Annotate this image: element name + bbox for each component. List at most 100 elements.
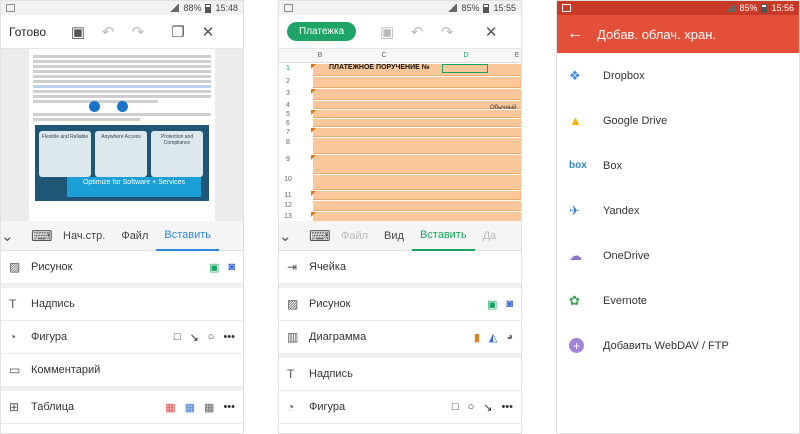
sheet-row[interactable] — [313, 138, 521, 154]
arrow-icon[interactable]: ↘ — [483, 401, 492, 414]
more-icon[interactable]: ••• — [501, 401, 513, 413]
selection-handle-left[interactable] — [89, 101, 100, 112]
list-item-label: Yandex — [603, 204, 640, 217]
menu-item-picture[interactable]: ▨ Рисунок ▣ ◙ — [279, 288, 521, 321]
tab-insert[interactable]: Вставить — [156, 221, 220, 251]
clock: 15:48 — [215, 3, 238, 13]
arrow-icon[interactable]: ↘ — [190, 331, 199, 344]
col-header-d[interactable]: D — [459, 49, 473, 63]
list-item-box[interactable]: box Box — [557, 143, 799, 188]
battery-icon — [205, 3, 212, 13]
document-area[interactable]: Flexible and Reliable Anywhere Access Pr… — [1, 49, 243, 221]
table-plain-icon[interactable]: ▦ — [204, 401, 214, 414]
row-header[interactable]: 2 — [279, 78, 297, 88]
menu-item-shape[interactable]: ◔ Фигура □ ○ ↘ ••• — [279, 391, 521, 424]
menu-item-comment[interactable]: ▭ Комментарий — [1, 354, 243, 387]
bar-chart-icon[interactable]: ▮ — [474, 331, 480, 344]
col-header-b[interactable]: B — [313, 49, 327, 63]
sheet-row[interactable] — [313, 201, 521, 211]
sheet-row[interactable] — [313, 175, 521, 190]
keyboard-icon[interactable]: ⌨ — [31, 227, 55, 245]
list-item-onedrive[interactable]: ☁ OneDrive — [557, 233, 799, 278]
menu-item-picture[interactable]: ▨ Рисунок ▣ ◙ — [1, 251, 243, 284]
menu-item-table[interactable]: ⊞ Таблица ▦ ▦ ▦ ••• — [1, 391, 243, 424]
row-header[interactable]: 9 — [279, 156, 297, 166]
menu-item-cell[interactable]: ⇥ Ячейка — [279, 251, 521, 284]
square-icon[interactable]: □ — [452, 401, 459, 413]
sheet-row[interactable] — [313, 89, 521, 100]
menu-item-shape[interactable]: ◔ Фигура □ ↘ ○ ••• — [1, 321, 243, 354]
menu-label: Надпись — [31, 298, 75, 310]
circle-icon[interactable]: ○ — [468, 401, 475, 413]
sheet-row[interactable] — [313, 77, 521, 88]
menu-item-textbox[interactable]: T Надпись — [1, 288, 243, 321]
sheet-row[interactable] — [313, 119, 521, 127]
close-icon[interactable]: ✕ — [476, 23, 506, 41]
redo-icon[interactable]: ↷ — [123, 23, 153, 41]
row-header[interactable]: 8 — [279, 139, 297, 149]
list-item-yandex[interactable]: ✈ Yandex — [557, 188, 799, 233]
list-item-evernote[interactable]: ✿ Evernote — [557, 278, 799, 323]
sheet-row[interactable] — [313, 155, 521, 174]
menu-item-textbox[interactable]: T Надпись — [279, 358, 521, 391]
add-icon-wrap: + — [569, 338, 603, 354]
col-header-c[interactable]: C — [377, 49, 391, 63]
undo-icon[interactable]: ↶ — [93, 23, 123, 41]
row-header[interactable]: 10 — [279, 176, 297, 186]
selection-handle-right[interactable] — [117, 101, 128, 112]
document-banner-image: Flexible and Reliable Anywhere Access Pr… — [35, 125, 209, 201]
row-header[interactable]: 1 — [279, 65, 297, 75]
title-cell: ПЛАТЕЖНОЕ ПОРУЧЕНИЕ № — [329, 64, 430, 71]
table-blue-icon[interactable]: ▦ — [185, 401, 195, 414]
row-header[interactable]: 11 — [279, 192, 297, 202]
list-item-google-drive[interactable]: ▲ Google Drive — [557, 98, 799, 143]
collapse-chevron-icon[interactable]: ⌄ — [1, 227, 31, 245]
square-icon[interactable]: □ — [174, 331, 181, 343]
save-icon[interactable]: ▣ — [63, 23, 93, 41]
list-item-dropbox[interactable]: ❖ Dropbox — [557, 53, 799, 98]
more-icon[interactable]: ••• — [223, 331, 235, 343]
list-item-label: Box — [603, 159, 622, 172]
battery-percent: 88% — [183, 3, 202, 13]
menu-item-chart[interactable]: ▥ Диаграмма ▮ ◭ ◕ — [279, 321, 521, 354]
gallery-icon[interactable]: ▣ — [209, 261, 219, 274]
ribbon-tabs: ⌄ ⌨ Файл Вид Вставить Да — [279, 221, 521, 251]
tab-insert[interactable]: Вставить — [411, 221, 475, 251]
table-red-icon[interactable]: ▦ — [165, 401, 175, 414]
tab-view[interactable]: Вид — [376, 230, 412, 242]
tab-data[interactable]: Да — [475, 230, 505, 242]
word-editor-screen: 88% 15:48 Готово ▣ ↶ ↷ ❐ ✕ Flexible and … — [0, 0, 244, 434]
camera-icon[interactable]: ◙ — [228, 261, 235, 273]
pie-chart-icon[interactable]: ◕ — [506, 331, 513, 343]
done-button[interactable]: Готово — [1, 25, 63, 39]
list-item-add-webdav[interactable]: + Добавить WebDAV / FTP — [557, 323, 799, 368]
camera-icon[interactable]: ◙ — [506, 298, 513, 310]
spreadsheet-grid[interactable]: B C D E 1234567891011121314 ПЛАТЕЖНОЕ ПО… — [279, 49, 521, 233]
redo-icon[interactable]: ↷ — [432, 23, 462, 41]
row-header[interactable]: 12 — [279, 202, 297, 212]
undo-icon[interactable]: ↶ — [402, 23, 432, 41]
more-icon[interactable]: ••• — [223, 401, 235, 413]
textbox-icon: T — [287, 367, 295, 381]
close-icon[interactable]: ✕ — [193, 23, 223, 41]
keyboard-icon[interactable]: ⌨ — [309, 227, 333, 245]
back-arrow-icon[interactable]: ← — [567, 25, 597, 43]
area-chart-icon[interactable]: ◭ — [489, 331, 497, 344]
sheet-row[interactable] — [313, 110, 521, 118]
tab-home[interactable]: Нач.стр. — [55, 230, 113, 242]
tab-file[interactable]: Файл — [113, 230, 156, 242]
gallery-icon[interactable]: ▣ — [487, 298, 497, 311]
ribbon-tabs: ⌄ ⌨ Нач.стр. Файл Вставить — [1, 221, 243, 251]
sheet-tab-button[interactable]: Платежка — [287, 22, 357, 41]
row-header[interactable]: 7 — [279, 129, 297, 139]
circle-icon[interactable]: ○ — [208, 331, 215, 343]
save-icon[interactable]: ▣ — [372, 23, 402, 41]
sheet-row[interactable] — [313, 191, 521, 200]
collapse-chevron-icon[interactable]: ⌄ — [279, 227, 309, 245]
sheet-row[interactable] — [313, 128, 521, 137]
row-header[interactable]: 3 — [279, 90, 297, 100]
pages-icon[interactable]: ❐ — [163, 23, 193, 41]
col-header-e[interactable]: E — [511, 49, 521, 63]
tab-file[interactable]: Файл — [333, 230, 376, 242]
selected-cell[interactable] — [442, 64, 488, 73]
